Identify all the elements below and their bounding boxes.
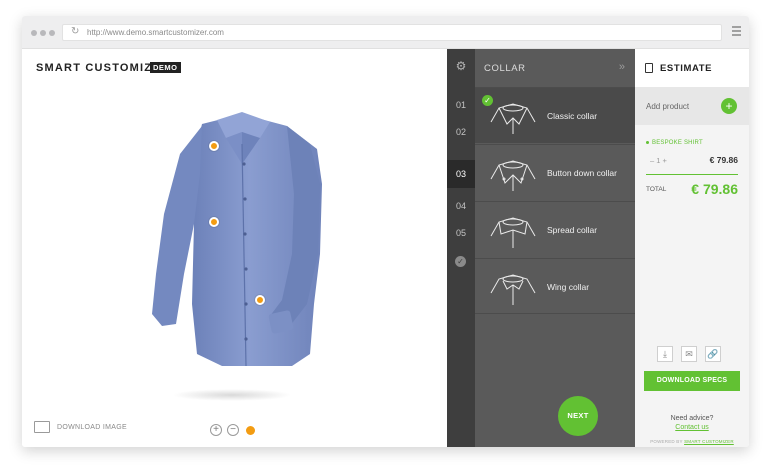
estimate-header: ESTIMATE bbox=[635, 49, 749, 87]
option-label: Classic collar bbox=[547, 110, 598, 121]
window-dot-icon bbox=[31, 30, 37, 36]
option-label: Spread collar bbox=[547, 224, 598, 235]
zoom-in-icon[interactable]: + bbox=[210, 424, 222, 436]
option-label: Button down collar bbox=[547, 167, 617, 178]
option-wing-collar[interactable]: Wing collar bbox=[475, 258, 635, 314]
wing-collar-icon bbox=[490, 274, 536, 305]
powered-by: POWERED BY SMART CUSTOMIZER bbox=[650, 439, 734, 444]
finish-check-icon[interactable]: ✓ bbox=[455, 256, 466, 267]
step-03[interactable]: 03 bbox=[447, 160, 475, 188]
download-image-label: DOWNLOAD IMAGE bbox=[57, 423, 127, 431]
total-label: TOTAL bbox=[646, 186, 667, 193]
shirt-image bbox=[152, 112, 322, 367]
gear-icon[interactable]: ⚙ bbox=[447, 59, 475, 73]
estimate-panel: ESTIMATE Add product + BESPOKE SHIRT – 1… bbox=[635, 49, 749, 447]
options-title: COLLAR bbox=[484, 63, 526, 74]
option-button-down-collar[interactable]: Button down collar bbox=[475, 144, 635, 200]
option-classic-collar[interactable]: ✓ Classic collar bbox=[475, 87, 635, 143]
view-dot-icon[interactable] bbox=[246, 426, 255, 435]
browser-toolbar: ↻ http://www.demo.smartcustomizer.com bbox=[22, 16, 749, 49]
advice-label: Need advice? bbox=[670, 415, 714, 422]
classic-collar-icon bbox=[490, 103, 536, 134]
quantity-stepper[interactable]: – 1 + bbox=[650, 156, 667, 165]
button-down-collar-icon bbox=[490, 160, 536, 191]
front-hotspot[interactable] bbox=[209, 217, 219, 227]
step-rail: ⚙ 01 02 03 04 05 ✓ bbox=[447, 49, 475, 447]
address-url: http://www.demo.smartcustomizer.com bbox=[87, 28, 224, 37]
cuff-hotspot[interactable] bbox=[255, 295, 265, 305]
product-stage: SMART CUSTOMIZER DEMO DOWNLOAD IMAGE + − bbox=[22, 49, 447, 447]
powered-by-link[interactable]: SMART CUSTOMIZER bbox=[684, 439, 734, 444]
image-icon bbox=[34, 421, 50, 433]
add-product-row[interactable]: Add product + bbox=[635, 87, 749, 125]
divider bbox=[646, 174, 738, 175]
collar-options-panel: COLLAR » ✓ Classic collar Button down co… bbox=[475, 49, 635, 447]
step-05[interactable]: 05 bbox=[447, 225, 475, 241]
email-icon[interactable]: ✉ bbox=[681, 346, 697, 362]
item-price: € 79.86 bbox=[709, 155, 738, 165]
next-button[interactable]: NEXT bbox=[558, 396, 598, 436]
zoom-out-icon[interactable]: − bbox=[227, 424, 239, 436]
calculator-icon bbox=[645, 63, 653, 73]
option-label: Wing collar bbox=[547, 281, 590, 292]
spread-collar-icon bbox=[490, 217, 536, 248]
step-04[interactable]: 04 bbox=[447, 198, 475, 214]
link-icon[interactable]: 🔗 bbox=[705, 346, 721, 362]
quantity-value[interactable]: 1 bbox=[656, 156, 660, 165]
window-dot-icon bbox=[49, 30, 55, 36]
step-02[interactable]: 02 bbox=[447, 124, 475, 140]
address-bar[interactable]: ↻ http://www.demo.smartcustomizer.com bbox=[62, 24, 722, 41]
download-specs-button[interactable]: DOWNLOAD SPECS bbox=[644, 371, 740, 391]
options-header: COLLAR » bbox=[475, 49, 635, 87]
estimate-title: ESTIMATE bbox=[660, 63, 713, 74]
collapse-chevron-icon[interactable]: » bbox=[619, 61, 625, 73]
menu-icon[interactable] bbox=[732, 26, 741, 38]
download-image-button[interactable]: DOWNLOAD IMAGE bbox=[34, 421, 127, 433]
reload-icon[interactable]: ↻ bbox=[71, 26, 79, 37]
download-icon[interactable]: ⤓ bbox=[657, 346, 673, 362]
shirt-shadow bbox=[172, 389, 292, 401]
contact-us-link[interactable]: Contact us bbox=[635, 424, 749, 431]
add-product-label: Add product bbox=[646, 102, 690, 111]
browser-window: ↻ http://www.demo.smartcustomizer.com SM… bbox=[22, 16, 749, 447]
window-dot-icon bbox=[40, 30, 46, 36]
total-value: € 79.86 bbox=[691, 181, 738, 197]
add-product-plus-icon[interactable]: + bbox=[721, 98, 737, 114]
option-spread-collar[interactable]: Spread collar bbox=[475, 201, 635, 257]
item-name: BESPOKE SHIRT bbox=[646, 140, 703, 146]
brand-badge: DEMO bbox=[150, 62, 181, 73]
collar-hotspot[interactable] bbox=[209, 141, 219, 151]
step-01[interactable]: 01 bbox=[447, 97, 475, 113]
